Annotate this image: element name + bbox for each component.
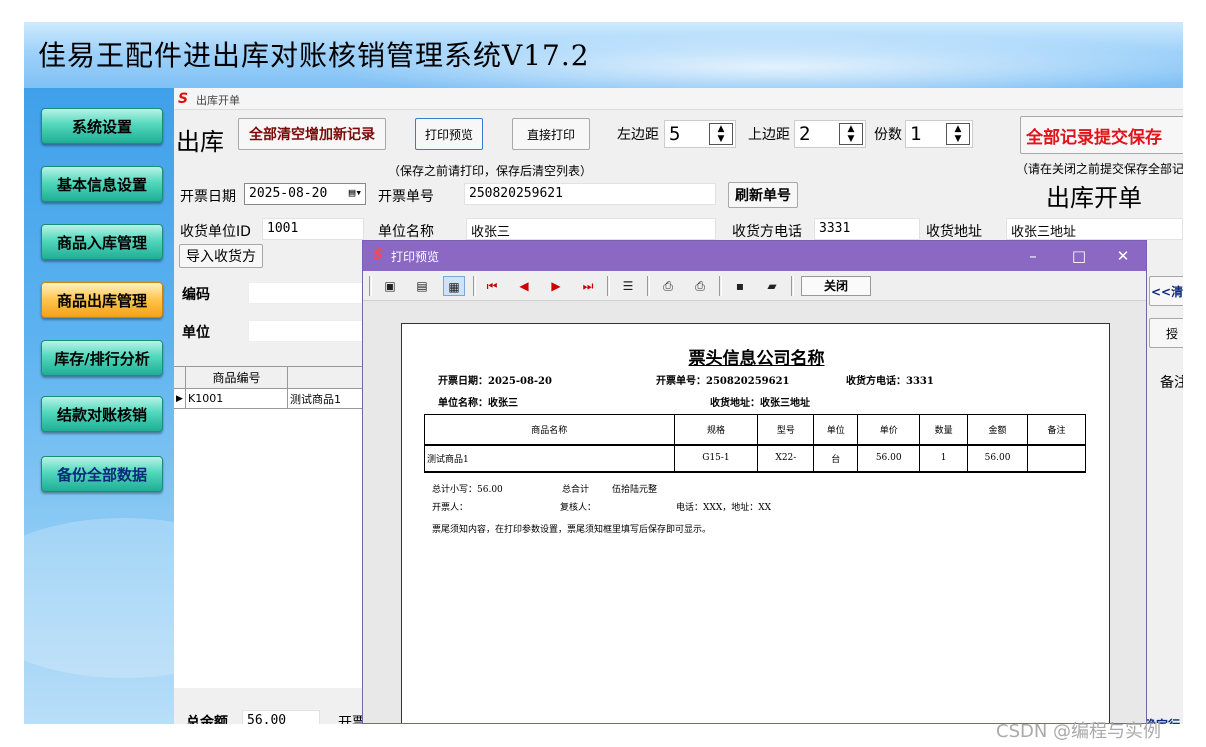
save-icon[interactable]: ▪ [729, 276, 751, 296]
whole-page-icon[interactable]: ▤ [411, 276, 433, 296]
import-receiver-button[interactable]: 导入收货方 [179, 244, 263, 268]
row-pointer-icon: ▶ [174, 389, 186, 409]
preview-contact: 电话：XXX，地址：XX [676, 503, 772, 513]
unit-label: 单位 [182, 325, 210, 341]
preview-issuer: 开票人： [432, 503, 469, 513]
receiver-addr-label: 收货地址 [926, 224, 982, 240]
form-heading: 出库 [176, 128, 224, 156]
direct-print-button[interactable]: 直接打印 [512, 118, 590, 150]
grid-header-name[interactable] [288, 367, 364, 389]
items-grid[interactable]: 商品编号 ▶ K1001 测试商品1 [174, 366, 364, 688]
save-note: （保存之前请打印，保存后清空列表） [388, 164, 593, 178]
receiver-addr-field[interactable]: 收张三地址 [1006, 218, 1183, 240]
unit-name-field[interactable]: 收张三 [466, 218, 716, 240]
preview-total-upper: 伍拾陆元整 [612, 485, 658, 495]
left-margin-label: 左边距 [617, 127, 659, 143]
refresh-number-button[interactable]: 刷新单号 [728, 182, 798, 208]
form-caption: S 出库开单 [174, 88, 1183, 110]
app-logo-icon: S [178, 91, 189, 107]
page-title: 出库开单 [1046, 184, 1142, 212]
open-folder-icon[interactable]: ▰ [761, 276, 783, 296]
nav-reconciliation[interactable]: 结款对账核销 [41, 396, 163, 432]
receiver-id-label: 收货单位ID [180, 224, 251, 240]
app-title: 佳易王配件进出库对账核销管理系统V17.2 [38, 39, 590, 72]
grid-cell-name[interactable]: 测试商品1 [288, 389, 364, 409]
calendar-dropdown-icon[interactable]: ▤▾ [349, 186, 362, 199]
ticket-no-label: 开票单号 [378, 189, 434, 205]
preview-footer-note: 票尾须知内容，在打印参数设置，票尾须知框里填写后保存即可显示。 [432, 525, 712, 535]
code-label: 编码 [182, 287, 210, 303]
app-banner: 佳易王配件进出库对账核销管理系统V17.2 [24, 22, 1183, 102]
ticket-no-field[interactable]: 250820259621 [464, 183, 716, 205]
nav-inventory-analysis[interactable]: 库存/排行分析 [41, 340, 163, 376]
preview-item-row: 测试商品1 G15-1 X22- 台 56.00 1 56.00 [424, 443, 1086, 473]
sidebar: 系统设置 基本信息设置 商品入库管理 商品出库管理 库存/排行分析 结款对账核销… [24, 88, 174, 724]
nav-backup[interactable]: 备份全部数据 [41, 456, 163, 492]
preview-total-label: 总合计 [562, 485, 590, 495]
app-logo-icon: S [373, 247, 384, 263]
spin-arrows-icon[interactable]: ▲ ▼ [946, 123, 970, 145]
clear-add-button[interactable]: 全部清空增加新记录 [238, 118, 386, 150]
preview-number: 开票单号：250820259621 [656, 376, 790, 387]
copies-stepper[interactable]: 1 ▲ ▼ [905, 120, 973, 148]
receiver-id-field[interactable]: 1001 [262, 218, 364, 240]
copies-label: 份数 [874, 127, 902, 143]
preview-date: 开票日期：2025-08-20 [438, 376, 552, 387]
next-page-icon[interactable]: ▶ [545, 276, 567, 296]
prev-page-icon[interactable]: ◀ [513, 276, 535, 296]
preview-phone: 收货方电话：3331 [846, 376, 934, 387]
preview-close-button[interactable]: 关闭 [801, 276, 871, 296]
clear-items-button[interactable]: <<清 [1149, 276, 1183, 306]
close-icon[interactable]: ✕ [1107, 245, 1139, 267]
first-page-icon[interactable]: ⏮ [481, 276, 503, 296]
submit-all-button[interactable]: 全部记录提交保存 [1020, 116, 1183, 154]
preview-items-table: 商品名称 规格 型号 单位 单价 数量 金额 备注 测试商品1 G15-1 X2… [424, 414, 1086, 473]
page-width-icon[interactable]: ▣ [379, 276, 401, 296]
preview-titlebar: S 打印预览 – □ ✕ [363, 241, 1146, 271]
total-label: 总金额 [186, 715, 228, 724]
grid-header-code[interactable]: 商品编号 [186, 367, 288, 389]
spin-arrows-icon[interactable]: ▲ ▼ [709, 123, 733, 145]
nav-system-settings[interactable]: 系统设置 [41, 108, 163, 144]
grid-cell-code[interactable]: K1001 [186, 389, 288, 409]
authorize-button[interactable]: 授 [1149, 318, 1183, 348]
last-page-icon[interactable]: ⏭ [577, 276, 599, 296]
print-preview-window: S 打印预览 – □ ✕ ▣ ▤ ▦ ⏮ ◀ ▶ ⏭ ☰ ⎙ ⎙ ▪ ▰ 关闭 [362, 240, 1147, 724]
nav-stock-out[interactable]: 商品出库管理 [41, 282, 163, 318]
top-margin-stepper[interactable]: 2 ▲ ▼ [794, 120, 866, 148]
receiver-phone-label: 收货方电话 [732, 224, 802, 240]
unit-name-label: 单位名称 [378, 224, 434, 240]
nav-basic-info[interactable]: 基本信息设置 [41, 166, 163, 202]
preview-address: 收货地址：收张三地址 [710, 398, 810, 409]
remark-column-header: 备注 [1160, 375, 1183, 391]
close-note: （请在关闭之前提交保存全部记录 [1016, 162, 1183, 176]
preview-paper: 票头信息公司名称 开票日期：2025-08-20 开票单号：2508202596… [401, 323, 1110, 723]
left-margin-stepper[interactable]: 5 ▲ ▼ [664, 120, 736, 148]
date-picker[interactable]: 2025-08-20 ▤▾ [244, 183, 366, 205]
print-setup-icon[interactable]: ⎙ [657, 276, 679, 296]
preview-title: 打印预览 [391, 250, 440, 264]
zoom-icon[interactable]: ▦ [443, 276, 465, 296]
watermark: CSDN @编程与实例 [996, 721, 1162, 742]
total-field[interactable]: 56.00 [242, 710, 320, 724]
code-input[interactable] [248, 282, 368, 304]
nav-stock-in[interactable]: 商品入库管理 [41, 224, 163, 260]
preview-subtotal: 总计小写：56.00 [432, 485, 503, 495]
print-preview-button[interactable]: 打印预览 [415, 118, 483, 150]
company-name: 票头信息公司名称 [688, 349, 825, 369]
goto-page-icon[interactable]: ☰ [617, 276, 639, 296]
maximize-icon[interactable]: □ [1063, 245, 1095, 267]
preview-toolbar: ▣ ▤ ▦ ⏮ ◀ ▶ ⏭ ☰ ⎙ ⎙ ▪ ▰ 关闭 [363, 271, 1146, 301]
date-label: 开票日期 [180, 189, 236, 205]
minimize-icon[interactable]: – [1017, 245, 1049, 267]
unit-input[interactable] [248, 320, 368, 342]
spin-arrows-icon[interactable]: ▲ ▼ [839, 123, 863, 145]
preview-unit: 单位名称：收张三 [438, 398, 518, 409]
receiver-phone-field[interactable]: 3331 [814, 218, 920, 240]
top-margin-label: 上边距 [748, 127, 790, 143]
print-icon[interactable]: ⎙ [689, 276, 711, 296]
preview-checker: 复核人： [560, 503, 597, 513]
app-window: 佳易王配件进出库对账核销管理系统V17.2 系统设置 基本信息设置 商品入库管理… [24, 22, 1183, 724]
